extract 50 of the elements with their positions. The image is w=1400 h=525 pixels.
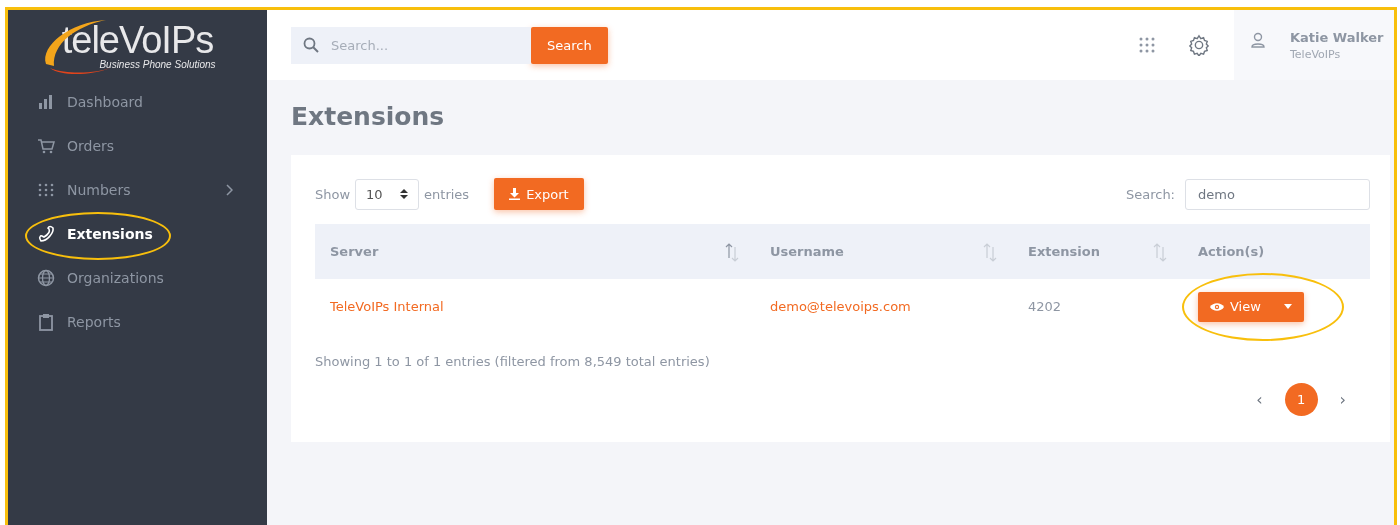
user-organization: TeleVoIPs [1290,48,1342,61]
user-panel[interactable]: Katie Walker TeleVoIPs [1234,10,1394,80]
column-header[interactable]: Username [770,244,844,259]
table-cell: 4202 [1013,279,1183,334]
show-label: Show [315,186,351,202]
bar-chart-icon [37,93,55,111]
sidebar-item[interactable]: Organizations [8,256,267,300]
logo-tagline: Business Phone Solutions [99,58,216,70]
sidebar-item[interactable]: Extensions [8,212,267,256]
clipboard-icon [37,313,55,331]
next-page-button[interactable]: › [1335,390,1350,409]
previous-page-button[interactable]: ‹ [1252,390,1267,409]
download-icon [509,188,521,200]
sort-icon [724,241,740,262]
globe-icon [37,269,55,287]
user-icon [1250,32,1266,48]
page-button[interactable]: 1 [1284,383,1318,416]
phone-icon [37,225,55,243]
apps-grid-icon[interactable] [1138,36,1156,54]
table-search-field[interactable]: demo [1185,178,1370,210]
search-icon [303,36,319,53]
settings-icon[interactable] [1188,34,1210,56]
sort-icon [1152,241,1168,262]
eye-icon [1210,301,1224,312]
export-button[interactable]: Export [494,178,584,210]
server-link[interactable]: TeleVoIPs Internal [315,279,755,334]
page-title: Extensions [291,102,446,131]
entries-label: entries [424,186,470,202]
caret-icon [1284,304,1292,309]
grid-icon [37,181,55,199]
view-button[interactable]: View [1198,291,1304,322]
chevron-icon [225,184,233,196]
column-header[interactable]: Server [330,244,379,259]
sidebar-item[interactable]: Reports [8,300,267,344]
sidebar-item[interactable]: Dashboard [8,80,267,124]
search-field[interactable]: Search... [291,26,531,64]
column-header[interactable]: Extension [1028,244,1100,259]
column-header[interactable]: Action(s) [1198,244,1265,259]
search-button[interactable]: Search [531,26,608,64]
search-label: Search: [1125,186,1175,202]
sidebar-item[interactable]: Numbers [8,168,267,212]
sidebar-item[interactable]: Orders [8,124,267,168]
cart-icon [37,137,55,155]
sort-icon [982,241,998,262]
logo-wordmark: teleVoIPs [61,20,214,59]
username-link[interactable]: demo@televoips.com [755,279,1013,334]
user-name: Katie Walker [1290,30,1384,45]
table-info: Showing 1 to 1 of 1 entries (filtered from 8,549 total entries) [315,354,711,369]
page-size-select[interactable]: 10 [355,178,420,210]
updown-icon [400,188,409,200]
